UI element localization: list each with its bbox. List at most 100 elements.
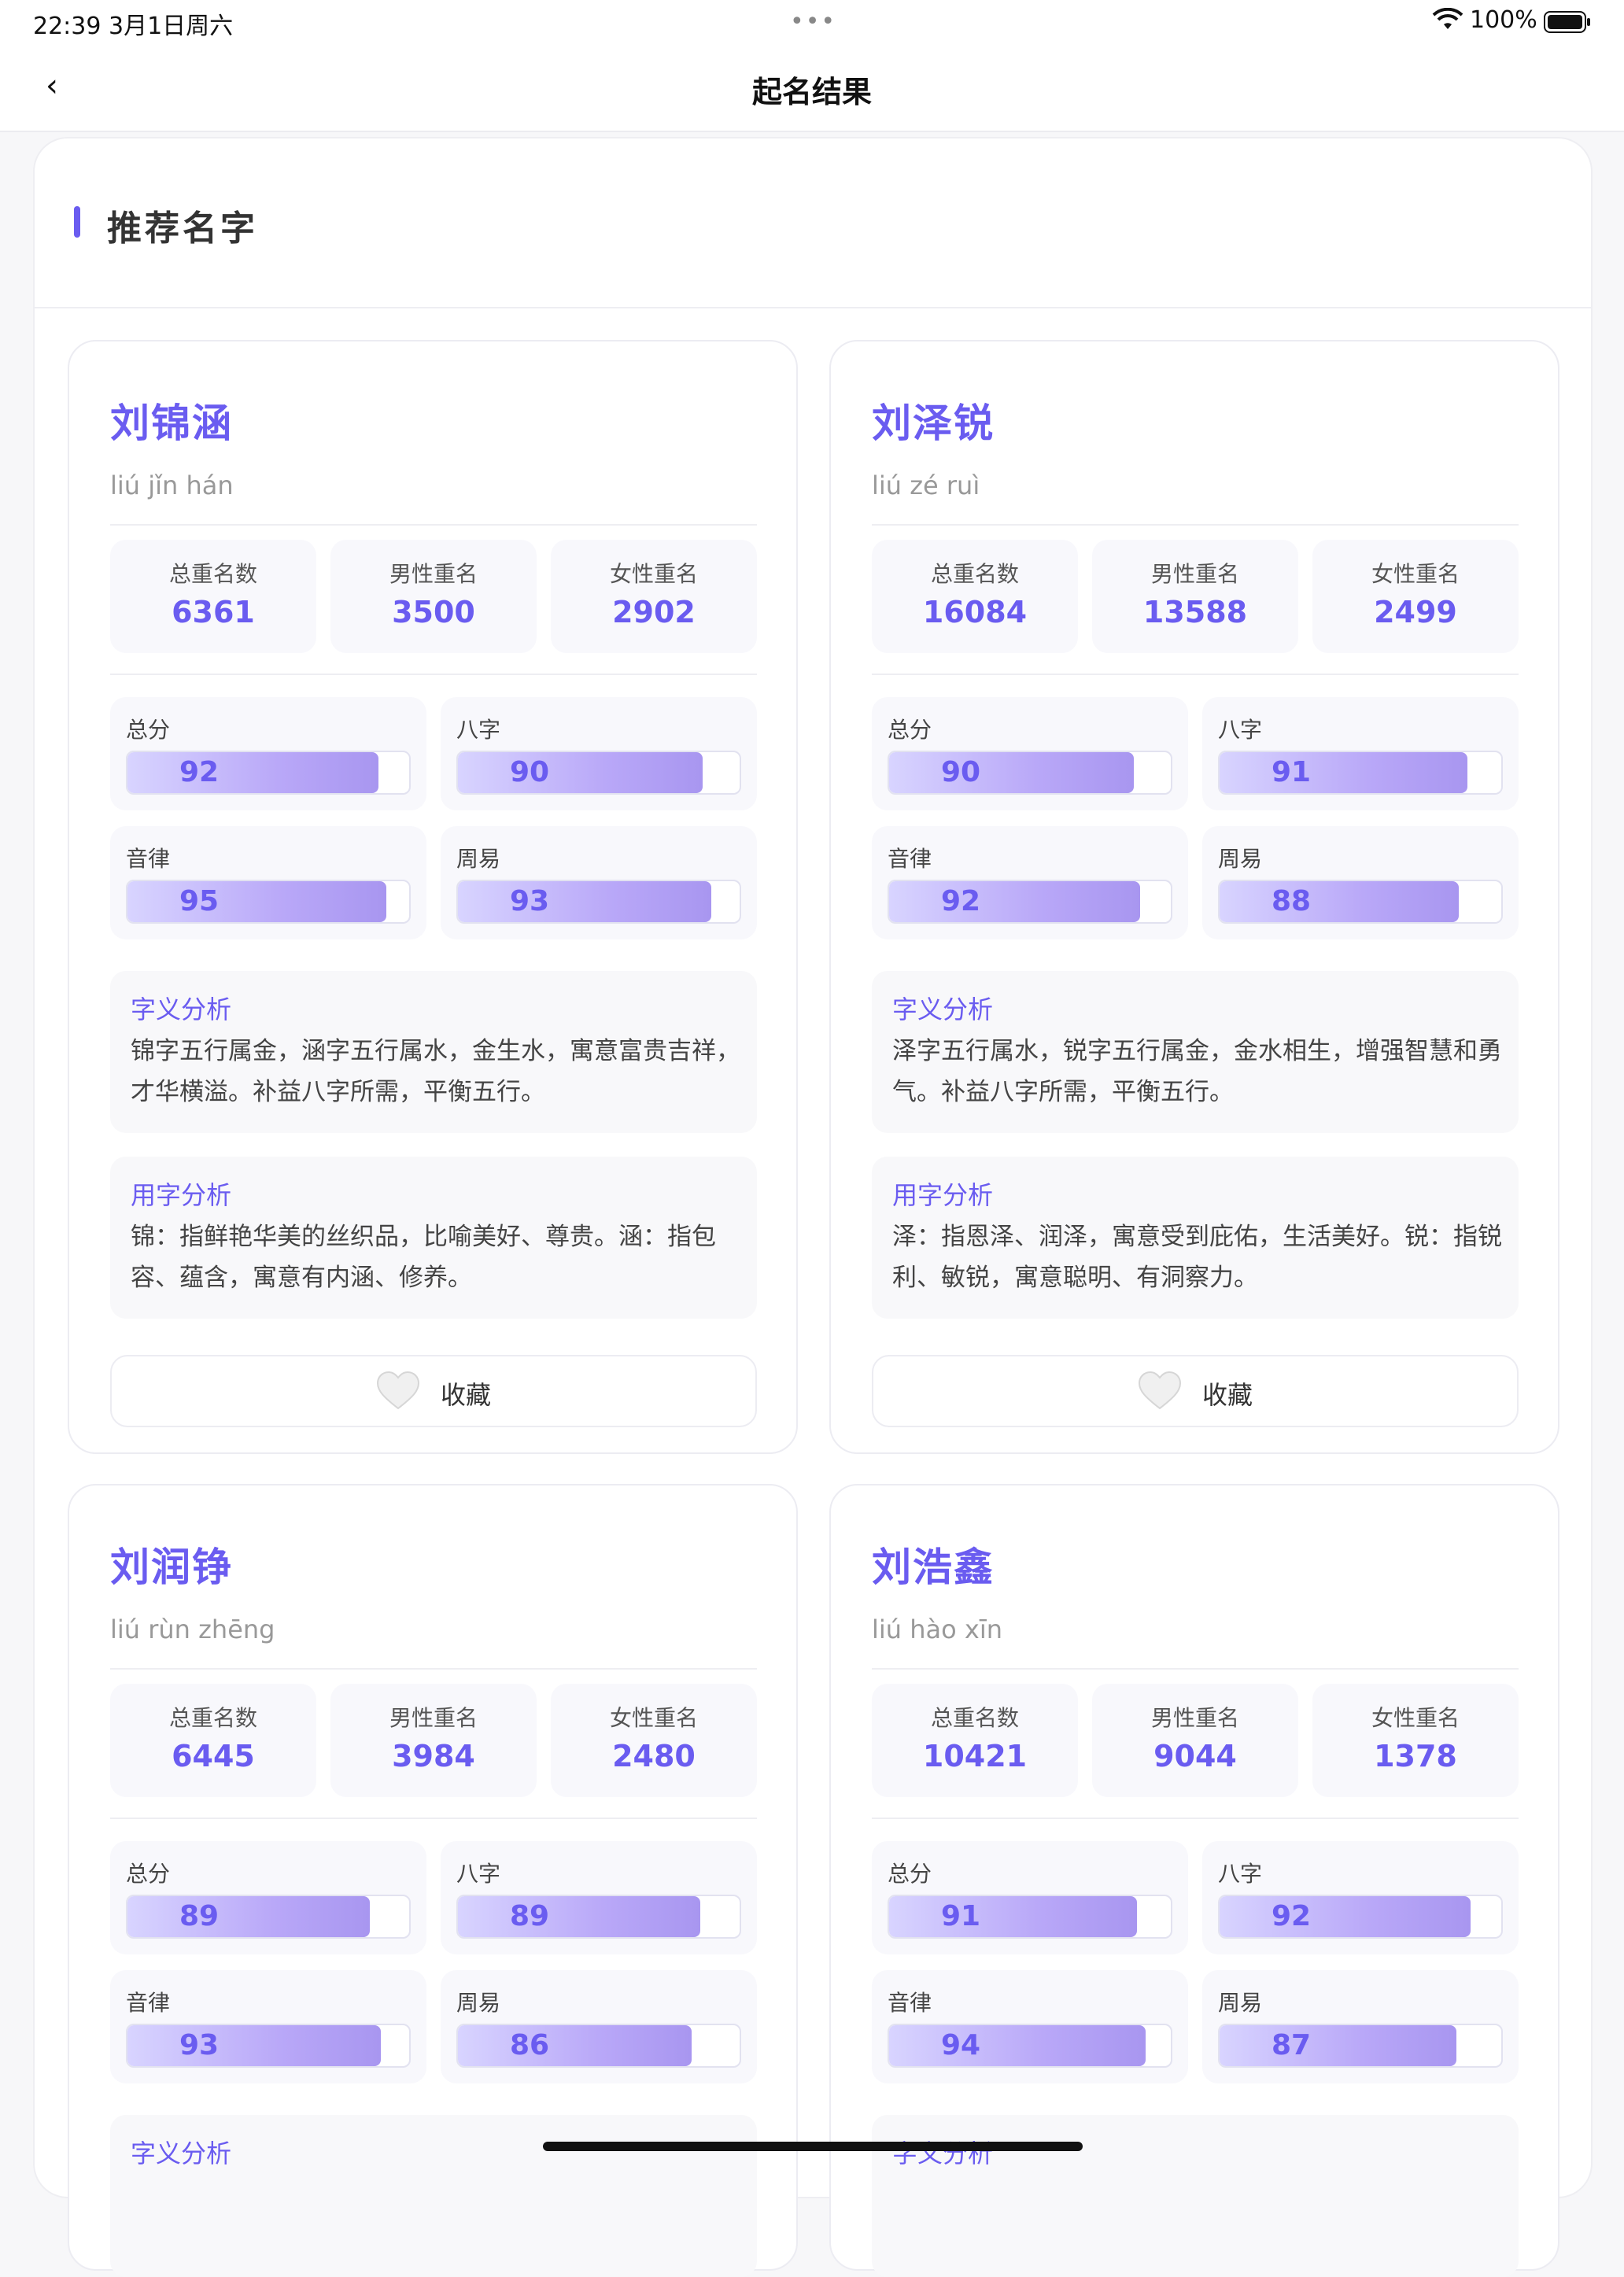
name-title: 刘泽锐 [872,400,995,446]
score-label: 周易 [456,1990,501,2016]
score-label: 音律 [126,1990,171,2016]
stat-value: 2902 [612,595,696,629]
name-title: 刘润铮 [110,1544,233,1590]
wifi-icon [1432,8,1463,29]
score-total: 总分 91 [872,1841,1188,1954]
name-title: 刘锦涵 [110,400,233,446]
score-label: 八字 [456,1861,501,1887]
divider [110,1668,757,1670]
score-bar: 95 [126,880,411,924]
recommend-panel: 推荐名字 刘锦涵 liú jǐn hán 总重名数 6361 男性重名 3500… [33,137,1593,2277]
score-zhouyi: 周易 88 [1202,826,1519,939]
multitask-dots-icon[interactable]: ••• [790,8,836,35]
score-label: 音律 [126,846,171,872]
score-value: 90 [509,756,550,788]
score-value: 94 [940,2029,981,2061]
stat-value: 13588 [1142,595,1248,629]
score-bar: 92 [888,880,1172,924]
score-value: 87 [1271,2029,1312,2061]
stat-value: 1378 [1374,1739,1457,1773]
score-bar: 93 [126,2024,411,2068]
divider [872,1668,1519,1670]
score-zhouyi: 周易 87 [1202,1970,1519,2083]
score-bar: 86 [456,2024,741,2068]
score-total: 总分 90 [872,697,1188,810]
name-title: 刘浩鑫 [872,1544,995,1590]
page-title: 起名结果 [751,75,872,109]
score-yinlv: 音律 92 [872,826,1188,939]
score-value: 93 [179,2029,220,2061]
stat-value: 6361 [172,595,255,629]
stat-value: 3984 [392,1739,475,1773]
stat-male-dup: 男性重名 3984 [330,1684,537,1797]
analysis-title: 用字分析 [131,1180,232,1210]
stat-value: 16084 [922,595,1028,629]
analysis-text: 锦字五行属金，涵字五行属水，金生水，寓意富贵吉祥，才华横溢。补益八字所需，平衡五… [131,1037,740,1106]
stat-value: 10421 [922,1739,1028,1773]
stat-value: 2499 [1374,595,1457,629]
stat-label: 女性重名 [1371,1705,1460,1731]
divider [110,524,757,526]
score-bar: 94 [888,2024,1172,2068]
score-value: 89 [179,1900,220,1932]
score-bar: 92 [126,751,411,795]
favorite-button[interactable]: 收藏 [110,1355,757,1427]
score-bar: 92 [1218,1895,1503,1939]
name-pinyin: liú zé ruì [872,471,980,500]
meaning-analysis: 字义分析 [110,2115,757,2277]
score-zhouyi: 周易 86 [441,1970,757,2083]
score-total: 总分 89 [110,1841,426,1954]
score-label: 周易 [1218,1990,1263,2016]
stat-label: 男性重名 [1150,1705,1239,1731]
stat-male-dup: 男性重名 3500 [330,540,537,653]
usage-analysis: 用字分析 锦：指鲜艳华美的丝织品，比喻美好、尊贵。涵：指包容、蕴含，寓意有内涵、… [110,1157,757,1319]
favorite-label: 收藏 [1202,1380,1253,1410]
score-label: 总分 [888,1861,932,1887]
usage-analysis: 用字分析 泽：指恩泽、润泽，寓意受到庇佑，生活美好。锐：指锐利、敏锐，寓意聪明、… [872,1157,1519,1319]
section-header: 推荐名字 [35,138,1591,308]
stat-female-dup: 女性重名 2480 [551,1684,757,1797]
name-card: 刘润铮 liú rùn zhēng 总重名数 6445 男性重名 3984 女性… [68,1484,798,2277]
stat-total-dup: 总重名数 10421 [872,1684,1078,1797]
heart-icon [1138,1371,1182,1410]
name-pinyin: liú rùn zhēng [110,1615,275,1644]
score-bar: 91 [1218,751,1503,795]
stat-male-dup: 男性重名 13588 [1092,540,1298,653]
score-bazi: 八字 92 [1202,1841,1519,1954]
battery-percent: 100% [1470,6,1537,34]
score-value: 91 [1271,756,1312,788]
score-bar: 90 [888,751,1172,795]
analysis-text: 泽：指恩泽、润泽，寓意受到庇佑，生活美好。锐：指锐利、敏锐，寓意聪明、有洞察力。 [892,1223,1502,1292]
score-label: 周易 [1218,846,1263,872]
battery-icon [1544,11,1590,33]
divider [872,1818,1519,1819]
home-indicator[interactable] [543,2142,1083,2151]
score-label: 八字 [1218,1861,1263,1887]
status-time: 22:39 3月1日周六 [33,13,234,40]
score-bazi: 八字 90 [441,697,757,810]
favorite-button[interactable]: 收藏 [872,1355,1519,1427]
analysis-title: 用字分析 [892,1180,994,1210]
status-bar: 22:39 3月1日周六 ••• 100% [0,0,1624,46]
divider [872,674,1519,675]
score-yinlv: 音律 94 [872,1970,1188,2083]
analysis-text: 锦：指鲜艳华美的丝织品，比喻美好、尊贵。涵：指包容、蕴含，寓意有内涵、修养。 [131,1223,716,1292]
meaning-analysis: 字义分析 [872,2115,1519,2277]
score-label: 总分 [888,717,932,743]
stat-male-dup: 男性重名 9044 [1092,1684,1298,1797]
stat-female-dup: 女性重名 1378 [1312,1684,1519,1797]
score-zhouyi: 周易 93 [441,826,757,939]
score-yinlv: 音律 95 [110,826,426,939]
heart-icon [376,1371,420,1410]
score-label: 八字 [456,717,501,743]
stat-label: 总重名数 [930,1705,1019,1731]
name-card: 刘泽锐 liú zé ruì 总重名数 16084 男性重名 13588 女性重… [829,340,1559,1454]
score-bar: 88 [1218,880,1503,924]
favorite-label: 收藏 [441,1380,492,1410]
score-value: 93 [509,885,550,917]
section-title: 推荐名字 [107,209,258,249]
section-accent-bar [74,206,80,238]
score-total: 总分 92 [110,697,426,810]
stat-label: 总重名数 [168,561,257,587]
stat-label: 男性重名 [389,561,478,587]
